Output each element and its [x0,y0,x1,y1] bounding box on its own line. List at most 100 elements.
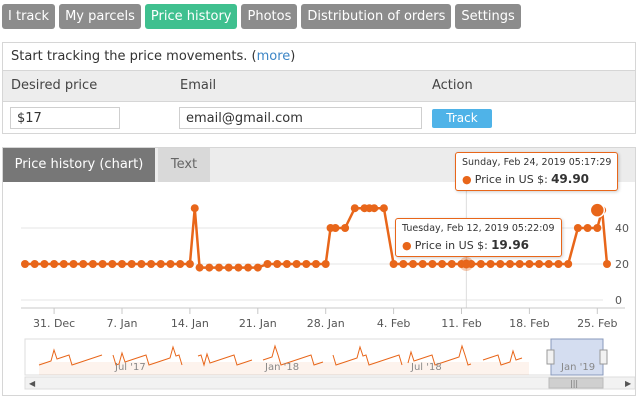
price-point [205,263,214,272]
price-point [156,260,165,268]
price-history-panel: Price history (chart) Text Jul '17 Jan '1… [2,147,636,396]
price-point [59,260,68,268]
price-point [341,224,350,232]
price-point [525,260,534,268]
price-point [50,260,59,268]
tab-i-track[interactable]: I track [2,4,56,29]
tooltip-label: Price in US $: [474,173,548,186]
scroll-left-arrow-icon: ◀ [29,379,36,388]
tracking-intro: Start tracking the price movements. (mor… [3,43,635,70]
navigator-handle-right [599,349,608,365]
price-point [40,260,49,268]
track-button[interactable]: Track [432,109,492,128]
price-point [447,260,456,268]
price-point [302,260,311,268]
price-point [486,260,495,268]
tracking-form-row: Track [3,102,635,136]
price-point [21,260,29,268]
price-point [593,224,602,232]
price-point [428,260,437,268]
x-tick-label: 14. Jan [171,317,209,330]
highlight-point [589,202,606,218]
price-point [282,260,291,268]
price-point [234,263,243,272]
tooltip-value: 49.90 [551,172,590,186]
price-point [573,224,582,232]
price-point [215,263,223,272]
y-tick-label: 20 [615,258,629,271]
desired-price-input[interactable] [10,107,120,129]
tab-settings[interactable]: Settings [455,4,521,29]
price-point [127,260,136,268]
scroll-grip-icon: ||| [570,379,578,388]
price-point [506,260,514,268]
desired-price-header: Desired price [11,78,98,93]
y-tick-label: 40 [615,222,629,235]
price-point [98,260,107,268]
intro-text: Start tracking the price movements. ( [11,49,257,64]
navigator-label: Jan '19 [560,362,595,373]
price-point [418,260,427,268]
highlight-point [461,259,471,269]
x-tick-label: 31. Dec [33,317,75,330]
tooltip-feb-12: Tuesday, Feb 12, 2019 05:22:09 ● Price i… [395,218,562,257]
price-point [535,260,544,268]
intro-close: ) [290,49,296,64]
price-point [118,260,126,268]
x-tick-label: 21. Jan [239,317,277,330]
y-tick-label: 0 [615,294,622,307]
price-point [350,204,359,213]
price-point [108,260,117,268]
price-point [409,260,417,268]
tab-distribution-of-orders[interactable]: Distribution of orders [301,4,452,29]
price-point [79,260,88,268]
price-point [88,260,97,268]
price-point [379,204,388,213]
price-point [30,260,39,268]
price-point [583,224,592,232]
price-point [137,260,146,268]
price-point [312,260,320,268]
price-point [389,260,398,268]
price-point [244,263,253,272]
email-header: Email [180,78,217,93]
tab-photos[interactable]: Photos [241,4,298,29]
x-tick-label: 4. Feb [377,317,410,330]
chart-navigator[interactable]: Jul '17 Jan '18 Jul '18 Jan '19 ◀ ▶ ||| [24,338,635,390]
price-point [496,260,505,268]
price-point [166,260,175,268]
navigator-scrollbar [24,376,635,390]
navigator-label: Jul '18 [410,362,442,373]
series-dot-icon: ● [462,173,472,186]
price-point [564,260,573,268]
price-point [476,260,485,268]
tooltip-date: Sunday, Feb 24, 2019 05:17:29 [462,157,612,168]
email-input[interactable] [179,107,422,129]
x-tick-label: 28. Jan [307,317,345,330]
price-point [603,260,611,268]
price-point [263,260,272,268]
price-point [253,263,262,272]
price-point [185,260,194,268]
x-tick-label: 25. Feb [577,317,617,330]
action-header: Action [432,78,473,93]
tooltip-value: 19.96 [491,238,530,252]
more-link[interactable]: more [257,49,291,64]
price-point [554,260,563,268]
tooltip-label: Price in US $: [414,239,488,252]
top-tabs: I track My parcels Price history Photos … [2,4,521,29]
series-dot-icon: ● [402,239,412,252]
price-point [292,260,301,268]
tab-my-parcels[interactable]: My parcels [59,4,141,29]
price-point [399,260,408,268]
scroll-right-arrow-icon: ▶ [625,379,632,388]
x-tick-label: 7. Jan [107,317,138,330]
x-tick-label: 18. Feb [509,317,549,330]
tracking-header-row: Desired price Email Action [3,70,635,102]
tab-price-history[interactable]: Price history [144,4,238,29]
price-point [321,260,330,268]
price-point [438,260,447,268]
price-point [273,260,282,268]
price-point [544,260,553,268]
price-point [370,204,379,213]
